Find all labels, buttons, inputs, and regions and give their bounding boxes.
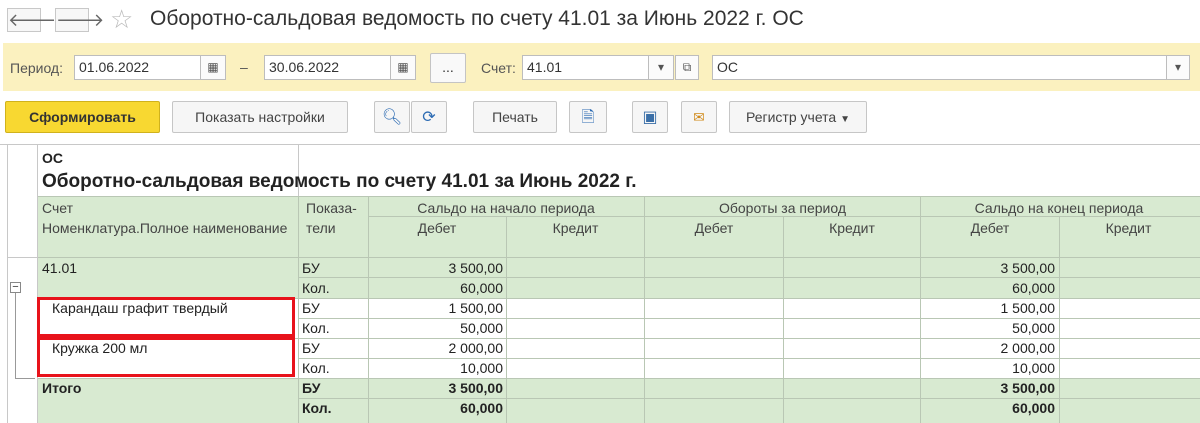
- row-indicator: БУ: [302, 340, 320, 356]
- calendar-icon: ▦: [207, 60, 219, 74]
- arrow-left-icon: 🡐: [8, 10, 57, 30]
- header-opening-balance: Сальдо на начало периода: [417, 200, 595, 216]
- row-name: 41.01: [42, 260, 78, 276]
- account-dropdown-button[interactable]: ▾: [648, 55, 674, 80]
- open-icon: ⧉: [682, 60, 692, 74]
- calendar-to-button[interactable]: ▦: [390, 55, 416, 80]
- header-account: Счет: [42, 200, 73, 216]
- cell-opening-debit: 3 500,00: [448, 380, 504, 396]
- favorite-star-icon[interactable]: ☆: [110, 6, 133, 32]
- cell-closing-debit: 2 000,00: [1000, 340, 1056, 356]
- search-next-button[interactable]: ⟳: [411, 101, 447, 133]
- highlight-box: [37, 337, 295, 377]
- preview-icon: 🗎: [581, 109, 595, 126]
- header-opening-debit: Дебет: [417, 220, 457, 236]
- header-closing-credit: Кредит: [1105, 220, 1152, 236]
- cell-closing-debit: 60,000: [1012, 400, 1055, 416]
- generate-button[interactable]: Сформировать: [5, 101, 160, 133]
- print-preview-button[interactable]: 🗎: [569, 101, 607, 133]
- cell-closing-debit: 3 500,00: [1000, 380, 1056, 396]
- floppy-disk-icon: ▣: [642, 109, 658, 126]
- cell-opening-debit: 3 500,00: [448, 260, 504, 276]
- search-icon: 🔍︎: [381, 109, 403, 126]
- highlight-box: [37, 297, 295, 337]
- row-indicator: БУ: [302, 300, 320, 316]
- cell-closing-debit: 3 500,00: [1000, 260, 1056, 276]
- cell-opening-debit: 60,000: [460, 400, 503, 416]
- header-indicators: Показа-тели: [306, 200, 357, 236]
- header-closing-debit: Дебет: [970, 220, 1010, 236]
- chevron-down-icon: ▾: [1174, 60, 1182, 74]
- cell-opening-debit: 60,000: [460, 280, 503, 296]
- period-dash: –: [240, 59, 248, 75]
- row-indicator: Кол.: [302, 400, 332, 416]
- register-dropdown-button[interactable]: Регистр учета ▼: [729, 101, 867, 133]
- header-turnover-credit: Кредит: [829, 220, 875, 236]
- account-open-button[interactable]: ⧉: [675, 55, 699, 80]
- period-select-button[interactable]: ...: [430, 53, 466, 83]
- cell-closing-debit: 10,000: [1012, 360, 1055, 376]
- cell-closing-debit: 50,000: [1012, 320, 1055, 336]
- forward-button[interactable]: 🡒: [55, 8, 104, 32]
- report-org: ОС: [42, 150, 63, 166]
- arrow-right-icon: 🡒: [56, 10, 105, 30]
- cell-closing-debit: 1 500,00: [1000, 300, 1056, 316]
- row-indicator: Кол.: [302, 280, 330, 296]
- cell-opening-debit: 2 000,00: [448, 340, 504, 356]
- search-button[interactable]: 🔍︎: [374, 101, 410, 133]
- row-indicator: БУ: [302, 380, 321, 396]
- header-turnover-debit: Дебет: [694, 220, 734, 236]
- header-turnover: Обороты за период: [718, 200, 847, 216]
- cell-opening-debit: 1 500,00: [448, 300, 504, 316]
- row-indicator: Кол.: [302, 320, 330, 336]
- period-label: Период:: [10, 60, 63, 76]
- header-closing-balance: Сальдо на конец периода: [974, 200, 1144, 216]
- calendar-icon: ▦: [397, 60, 409, 74]
- collapse-group-toggle[interactable]: −: [10, 282, 21, 293]
- organization-dropdown-button[interactable]: ▾: [1166, 55, 1190, 80]
- row-name: Итого: [42, 380, 82, 396]
- header-opening-credit: Кредит: [552, 220, 599, 236]
- row-indicator: Кол.: [302, 360, 330, 376]
- row-indicator: БУ: [302, 260, 320, 276]
- account-label: Счет:: [481, 60, 516, 76]
- back-button[interactable]: 🡐: [7, 8, 56, 32]
- envelope-icon: ✉: [693, 109, 705, 125]
- print-button[interactable]: Печать: [473, 101, 557, 133]
- caret-down-icon: ▼: [840, 114, 850, 125]
- calendar-from-button[interactable]: ▦: [200, 55, 226, 80]
- save-button[interactable]: ▣: [632, 101, 668, 133]
- chevron-down-icon: ▾: [657, 60, 665, 74]
- header-nomenclature: Номенклатура.Полное наименование: [42, 220, 288, 236]
- send-email-button[interactable]: ✉: [681, 101, 717, 133]
- organization-field[interactable]: ОС: [712, 55, 1190, 80]
- window-title: Оборотно-сальдовая ведомость по счету 41…: [150, 7, 804, 30]
- report-title: Оборотно-сальдовая ведомость по счету 41…: [42, 171, 637, 192]
- cell-opening-debit: 50,000: [460, 320, 503, 336]
- search-refresh-icon: ⟳: [422, 109, 436, 126]
- cell-closing-debit: 60,000: [1012, 280, 1055, 296]
- cell-opening-debit: 10,000: [460, 360, 503, 376]
- show-settings-button[interactable]: Показать настройки: [172, 101, 348, 133]
